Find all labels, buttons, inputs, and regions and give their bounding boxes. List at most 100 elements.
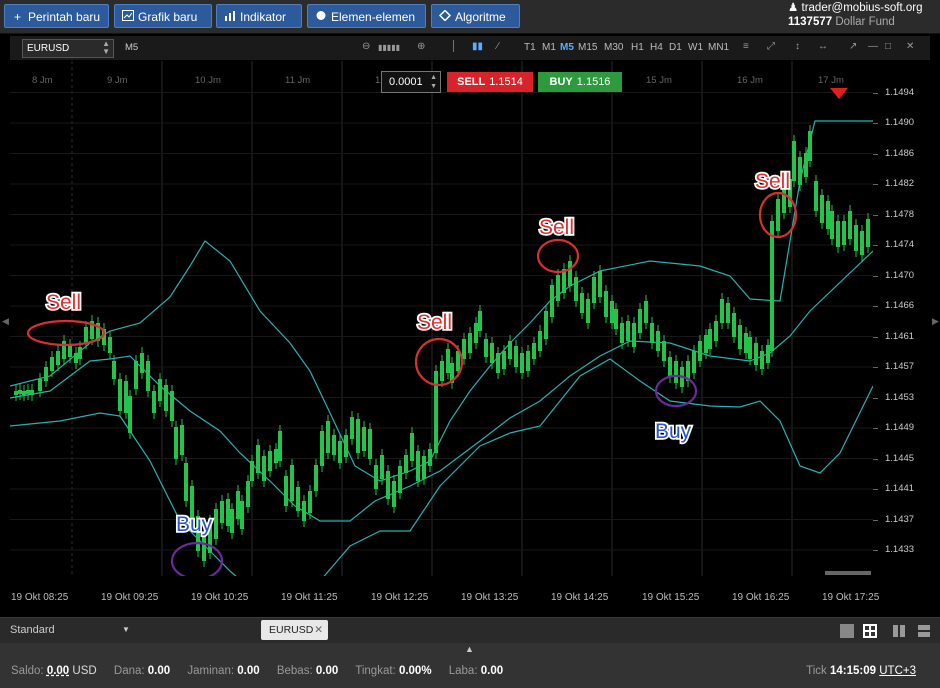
price-tick (873, 550, 878, 551)
annotation-label: Sell (46, 291, 81, 314)
candle-body (84, 327, 88, 343)
timeframe-t1[interactable]: T1 (524, 42, 536, 53)
candle-body (326, 421, 330, 453)
timeframe-m15[interactable]: M15 (578, 42, 597, 53)
candle-body (674, 361, 678, 383)
plus-icon: + (13, 10, 21, 24)
right-scroll-arrow[interactable]: ▶ (932, 316, 939, 327)
chart-tab[interactable]: EURUSD ✕ (261, 620, 328, 640)
candle-body (214, 509, 218, 539)
candle-body (854, 225, 858, 251)
timeframe-h4[interactable]: H4 (650, 42, 663, 53)
balance-value[interactable]: 0.00 (47, 665, 69, 677)
chart-icon (121, 5, 134, 29)
candle-body (446, 349, 450, 373)
left-scroll-arrow[interactable]: ◀ (2, 316, 9, 327)
price-label: 1.1437 (885, 513, 915, 525)
candle-body (798, 157, 802, 185)
vertical-fit-icon[interactable]: ↕ (795, 41, 800, 52)
main-toolbar: + Perintah baru Grafik baru Indikator Ele… (0, 0, 940, 34)
close-icon[interactable]: ✕ (906, 41, 914, 52)
candle-body (462, 339, 466, 359)
rows-layout-icon[interactable] (917, 624, 931, 638)
timeframe-m5[interactable]: M5 (560, 42, 574, 53)
new-order-button[interactable]: + Perintah baru (4, 4, 109, 28)
price-label: 1.1470 (885, 269, 915, 281)
zoom-in-icon[interactable]: ⊕ (417, 41, 425, 52)
time-label: 19 Okt 15:25 (642, 592, 700, 603)
timeframe-m1[interactable]: M1 (542, 42, 556, 53)
candle-body (174, 427, 178, 459)
price-tick (873, 123, 878, 124)
timeframe-mn1[interactable]: MN1 (708, 42, 729, 53)
algorithm-button[interactable]: Algoritme (431, 4, 520, 28)
candle-body (256, 445, 260, 473)
price-tick (873, 275, 878, 277)
new-chart-button[interactable]: Grafik baru (114, 4, 212, 28)
candle-body (380, 455, 384, 479)
candle-body (308, 491, 312, 513)
zoom-slider[interactable]: ▮▮▮▮▮ (378, 43, 400, 52)
panel-grip-icon[interactable]: ▲ (465, 644, 474, 654)
candle-body (374, 465, 378, 489)
candle-body (792, 141, 796, 181)
elements-button[interactable]: Elemen-elemen (307, 4, 426, 28)
candle-body (698, 341, 702, 361)
chevron-down-icon[interactable]: ▼ (122, 625, 130, 634)
annotation-label: Sell (417, 311, 452, 334)
candle-body (26, 390, 30, 394)
candle-body (50, 357, 54, 371)
sell-button[interactable]: SELL 1.1514 (447, 72, 533, 92)
candle-body (738, 325, 742, 349)
candle-body (514, 346, 518, 367)
minimize-icon[interactable]: — (868, 41, 878, 52)
price-tick (873, 519, 878, 521)
price-label: 1.1457 (885, 361, 915, 372)
maximize-icon[interactable]: □ (885, 41, 891, 52)
candle-body (468, 333, 472, 353)
account-email: trader@mobius-soft.org (801, 2, 923, 14)
price-tick (873, 306, 878, 307)
margin-level-value: 0.00% (398, 665, 432, 677)
timeframe-h1[interactable]: H1 (631, 42, 644, 53)
day-label: 15 Jm (646, 75, 672, 86)
spinner-icon[interactable]: ▲ ▼ (430, 73, 437, 91)
horizontal-scrollbar[interactable] (825, 571, 871, 575)
lot-size-input[interactable]: 0.0001 ▲ ▼ (381, 71, 441, 93)
timezone-select[interactable]: UTC+3 (879, 665, 916, 677)
candle-body (38, 379, 42, 391)
candle-body (230, 509, 234, 533)
candle-body (332, 435, 336, 455)
timeframe-m30[interactable]: M30 (604, 42, 623, 53)
candles-icon[interactable]: ▮▮ (472, 41, 483, 52)
annotation-label: Sell (539, 216, 574, 239)
zoom-out-icon[interactable]: ⊖ (362, 41, 370, 52)
layout-select[interactable]: Standard (10, 624, 55, 636)
candle-body (250, 461, 254, 481)
account-status-panel: ▲ Saldo: 0.00 USD Dana: 0.00 Jaminan: 0.… (0, 643, 940, 688)
horizontal-fit-icon[interactable]: ↔ (818, 41, 828, 52)
timeframe-d1[interactable]: D1 (669, 42, 682, 53)
lower-band (10, 358, 873, 576)
time-label: 19 Okt 11:25 (281, 592, 338, 603)
expand-icon[interactable]: ⤢ (767, 41, 775, 52)
symbol-select[interactable]: EURUSD ▲ ▼ (22, 39, 114, 58)
indicator-button[interactable]: Indikator (216, 4, 302, 28)
bar-type-icon[interactable]: │ (451, 41, 457, 52)
chart-settings-icon[interactable]: ≡ (743, 41, 749, 52)
candle-body (620, 323, 624, 343)
line-type-icon[interactable]: ∕ (497, 41, 499, 52)
single-layout-icon[interactable] (840, 624, 854, 638)
candle-body (848, 211, 852, 239)
close-tab-icon[interactable]: ✕ (314, 620, 323, 640)
candle-body (268, 451, 272, 471)
grid-layout-icon[interactable] (863, 624, 877, 638)
candle-body (362, 427, 366, 451)
chart-plot[interactable]: 8 Jm9 Jm10 Jm11 Jm12 Jm13 Jm14 Jm15 Jm16… (10, 61, 873, 576)
detach-icon[interactable]: ↗ (849, 41, 857, 52)
account-info[interactable]: ♟ trader@mobius-soft.org 1137577 Dollar … (788, 1, 934, 29)
columns-layout-icon[interactable] (892, 624, 906, 638)
price-label: 1.1494 (885, 86, 915, 98)
buy-button[interactable]: BUY 1.1516 (538, 72, 622, 92)
timeframe-w1[interactable]: W1 (688, 42, 703, 53)
